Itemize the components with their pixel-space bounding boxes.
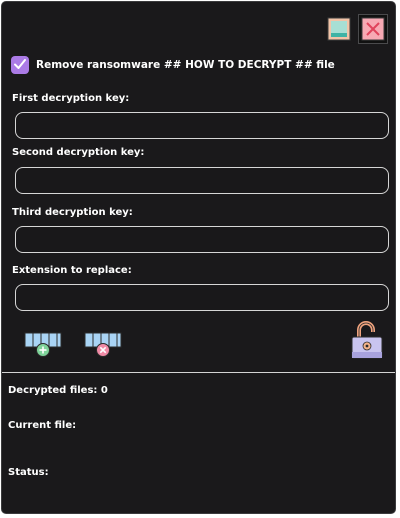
section-divider <box>2 372 395 373</box>
third-key-label: Third decryption key: <box>12 207 133 218</box>
first-key-input[interactable] <box>15 112 389 139</box>
decryptor-window: Remove ransomware ## HOW TO DECRYPT ## f… <box>1 1 396 514</box>
second-key-label: Second decryption key: <box>12 147 145 158</box>
status-label: Status: <box>8 467 49 478</box>
decrypt-button[interactable] <box>350 320 384 360</box>
minimize-icon <box>324 14 354 44</box>
decrypted-files-label: Decrypted files: <box>8 385 98 396</box>
third-key-input[interactable] <box>15 226 389 253</box>
second-key-input[interactable] <box>15 167 389 194</box>
decrypted-files-line: Decrypted files: 0 <box>8 385 108 396</box>
status-line: Status: <box>8 467 49 478</box>
close-icon <box>359 15 387 43</box>
remove-file-button[interactable] <box>84 330 122 358</box>
first-key-label: First decryption key: <box>12 93 130 104</box>
decrypted-files-count: 0 <box>100 385 108 396</box>
remove-file-icon <box>84 330 122 358</box>
checkmark-icon <box>13 56 27 75</box>
unlock-padlock-icon <box>350 320 384 360</box>
add-file-icon <box>24 330 62 358</box>
extension-input[interactable] <box>15 284 389 311</box>
close-button[interactable] <box>358 14 388 44</box>
remove-note-label: Remove ransomware ## HOW TO DECRYPT ## f… <box>36 59 335 71</box>
minimize-button[interactable] <box>324 14 354 44</box>
current-file-line: Current file: <box>8 420 76 431</box>
extension-label: Extension to replace: <box>12 265 132 276</box>
remove-note-checkbox[interactable] <box>11 56 29 74</box>
remove-note-option[interactable]: Remove ransomware ## HOW TO DECRYPT ## f… <box>11 55 335 75</box>
add-file-button[interactable] <box>24 330 62 358</box>
current-file-label: Current file: <box>8 420 77 431</box>
